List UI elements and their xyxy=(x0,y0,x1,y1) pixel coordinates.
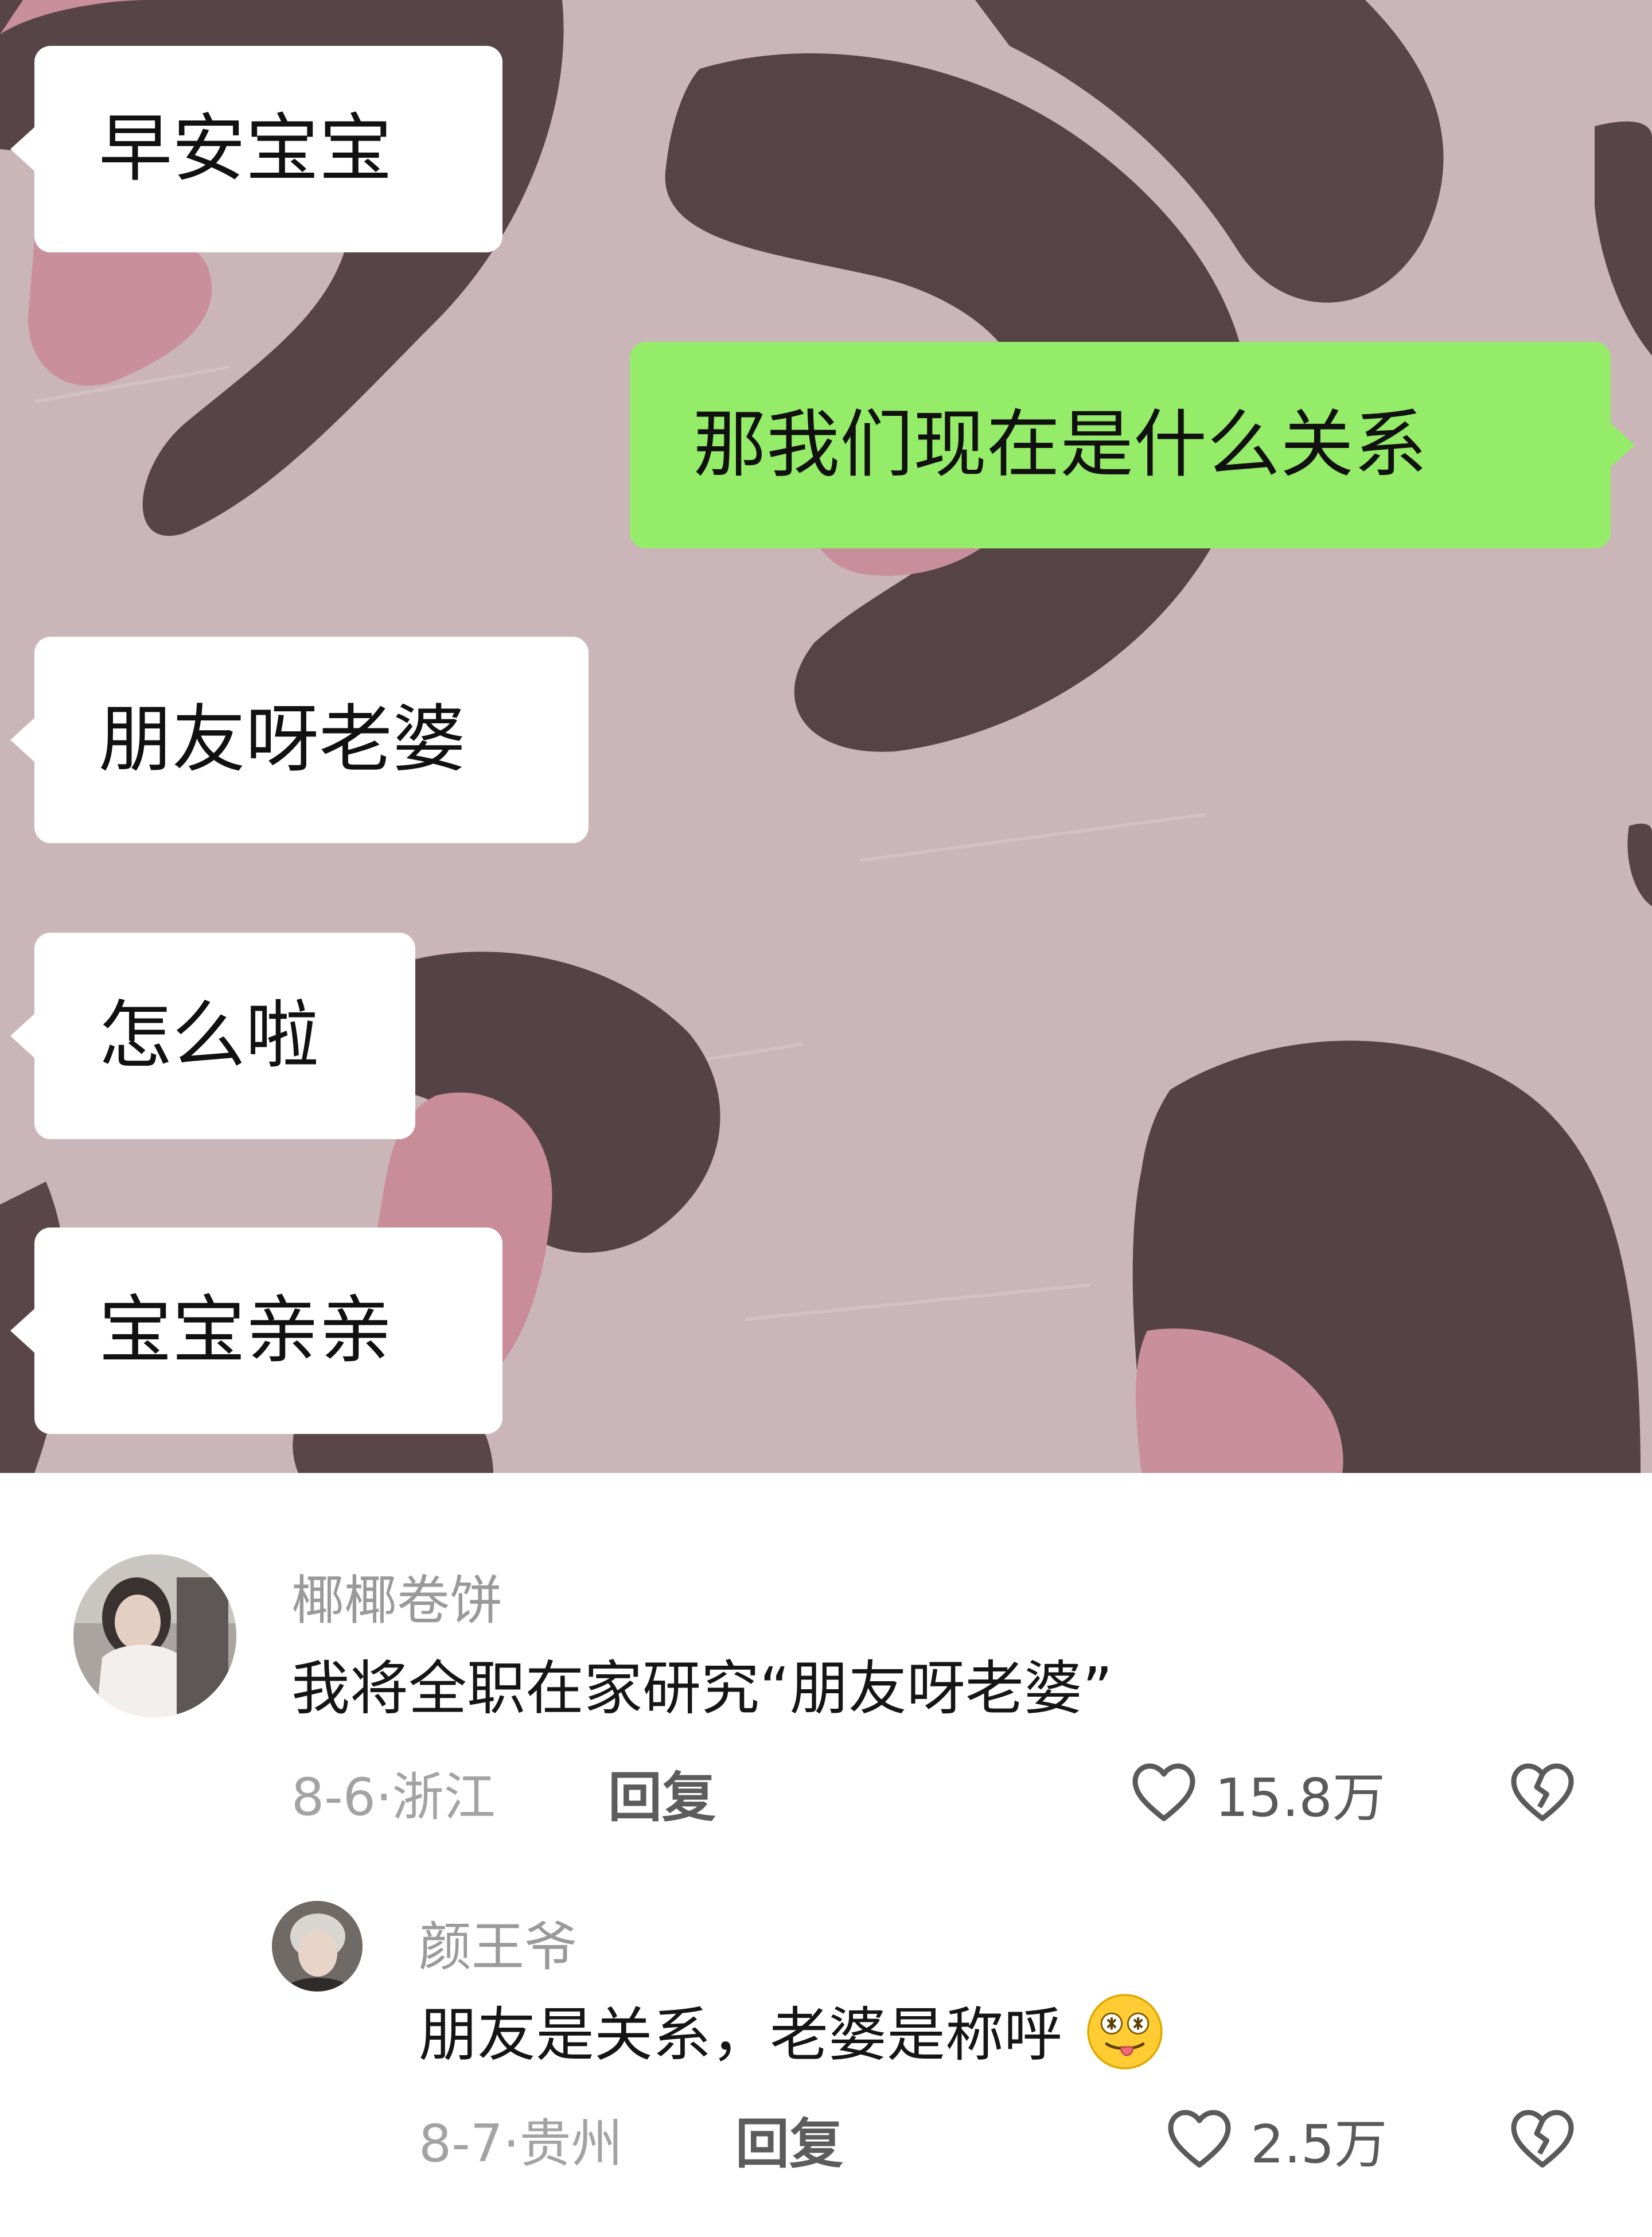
dizzy-face-tongue-emoji xyxy=(1084,1991,1166,2072)
comment-username[interactable]: 颜王爷 xyxy=(419,1904,577,1981)
broken-heart-icon[interactable] xyxy=(1507,2106,1577,2169)
broken-heart-icon[interactable] xyxy=(1507,1760,1577,1823)
heart-outline-icon[interactable] xyxy=(1129,1760,1199,1823)
chat-bubble-incoming: 宝宝亲亲 xyxy=(10,1227,502,1434)
comment-text: 朋友是关系，老婆是称呼 xyxy=(419,1988,1166,2072)
comment-username[interactable]: 椰椰卷饼 xyxy=(291,1558,502,1634)
chat-bubble-incoming: 朋友呀老婆 xyxy=(10,637,589,843)
comment-text-body: 朋友是关系，老婆是称呼 xyxy=(419,2001,1062,2070)
reply-button[interactable]: 回复 xyxy=(608,1754,716,1832)
chat-screenshot: 早安宝宝 那我们现在是什么关系 朋友呀老婆 怎么啦 宝宝亲亲 xyxy=(0,0,1652,1473)
comment-date-location: 8-6·浙江 xyxy=(291,1767,496,1827)
like-count: 2.5万 xyxy=(1250,2114,1388,2175)
chat-bubble-incoming: 早安宝宝 xyxy=(10,46,502,252)
comment-date-location: 8-7·贵州 xyxy=(419,2114,623,2174)
avatar[interactable] xyxy=(73,1554,236,1717)
chat-bubble-incoming: 怎么啦 xyxy=(10,933,415,1139)
comment-item: 颜王爷 朋友是关系，老婆是称呼 8-7·贵州 回复 2.5万 xyxy=(0,1874,1652,2237)
heart-outline-icon[interactable] xyxy=(1164,2106,1234,2169)
like-count: 15.8万 xyxy=(1215,1767,1385,1829)
comment-item: 椰椰卷饼 我将全职在家研究“朋友呀老婆” 8-6·浙江 回复 15.8万 xyxy=(0,1473,1652,1874)
reply-button[interactable]: 回复 xyxy=(735,2100,843,2178)
comment-text: 我将全职在家研究“朋友呀老婆” xyxy=(291,1655,1113,1723)
avatar[interactable] xyxy=(272,1901,363,1992)
chat-bubble-outgoing: 那我们现在是什么关系 xyxy=(630,342,1635,548)
